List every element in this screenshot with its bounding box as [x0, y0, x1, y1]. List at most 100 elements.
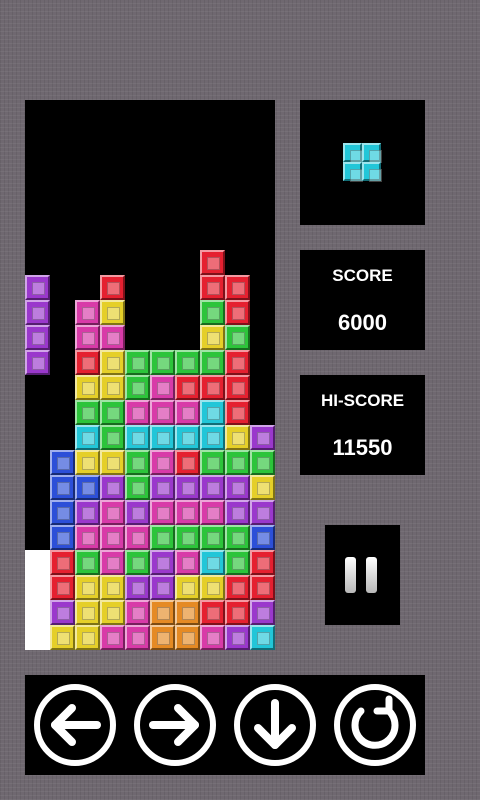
board-block [75, 475, 100, 500]
board-block [125, 425, 150, 450]
board-block [50, 450, 75, 475]
board-block [75, 400, 100, 425]
board-block [75, 575, 100, 600]
board-block [100, 425, 125, 450]
board-block [200, 575, 225, 600]
board-block [225, 475, 250, 500]
board-block [225, 525, 250, 550]
board-block [200, 500, 225, 525]
board-block [75, 625, 100, 650]
board-block [250, 625, 275, 650]
board-block [75, 550, 100, 575]
board-block [250, 575, 275, 600]
hiscore-value: 11550 [332, 435, 393, 460]
board-block [200, 450, 225, 475]
score-label: SCORE [332, 266, 393, 285]
filler-cell [25, 625, 50, 650]
board-block [100, 575, 125, 600]
board-block [250, 600, 275, 625]
board-block [100, 525, 125, 550]
board-block [150, 550, 175, 575]
board-block [125, 350, 150, 375]
board-block [50, 550, 75, 575]
board-block [50, 625, 75, 650]
board-block [50, 475, 75, 500]
board-block [75, 425, 100, 450]
board-block [225, 600, 250, 625]
board-block [250, 425, 275, 450]
board-block [250, 550, 275, 575]
board-block [150, 375, 175, 400]
board-block [225, 275, 250, 300]
board-block [200, 325, 225, 350]
board-block [225, 500, 250, 525]
board-block [150, 475, 175, 500]
next-piece-block [343, 143, 363, 163]
board-block [175, 450, 200, 475]
board-block [25, 325, 50, 350]
hiscore-label: HI-SCORE [320, 391, 405, 410]
board-block [100, 475, 125, 500]
board-block [175, 575, 200, 600]
board-block [100, 375, 125, 400]
board-block [200, 250, 225, 275]
score-value: 6000 [338, 310, 387, 335]
board-block [25, 300, 50, 325]
move-right-button[interactable] [131, 681, 219, 769]
board-block [175, 475, 200, 500]
board-block [150, 625, 175, 650]
pause-button[interactable] [325, 525, 400, 625]
board-block [25, 350, 50, 375]
board-block [200, 600, 225, 625]
move-left-button[interactable] [31, 681, 119, 769]
board-block [150, 425, 175, 450]
board-block [200, 350, 225, 375]
board-block [175, 375, 200, 400]
filler-cell [25, 575, 50, 600]
board-block [75, 525, 100, 550]
board-block [50, 575, 75, 600]
board-block [225, 425, 250, 450]
board-block [250, 525, 275, 550]
board-block [50, 525, 75, 550]
board-block [225, 625, 250, 650]
board-block [175, 350, 200, 375]
board-block [75, 300, 100, 325]
board-block [200, 475, 225, 500]
next-piece-block [362, 143, 382, 163]
board-block [100, 450, 125, 475]
arrow-right-icon [149, 704, 199, 746]
board-block [50, 600, 75, 625]
board-block [150, 400, 175, 425]
board-block [250, 450, 275, 475]
board-block [75, 500, 100, 525]
drop-down-button[interactable] [231, 681, 319, 769]
board-block [100, 325, 125, 350]
board-block [125, 450, 150, 475]
rotate-button[interactable] [331, 681, 419, 769]
board-block [125, 475, 150, 500]
board-block [175, 400, 200, 425]
hiscore-panel: HI-SCORE 11550 [300, 375, 425, 475]
board-block [200, 425, 225, 450]
board-block [150, 600, 175, 625]
board-block [125, 575, 150, 600]
board-block [125, 600, 150, 625]
board-block [225, 550, 250, 575]
board-block [200, 400, 225, 425]
board-block [200, 525, 225, 550]
pause-icon-bar [366, 557, 377, 593]
board-block [100, 500, 125, 525]
board-block [175, 425, 200, 450]
control-bar [25, 675, 425, 775]
board-block [100, 275, 125, 300]
board-block [175, 625, 200, 650]
board-block [100, 625, 125, 650]
board-block [175, 550, 200, 575]
board-block [250, 475, 275, 500]
board-block [225, 400, 250, 425]
board-block [125, 625, 150, 650]
board-block [225, 450, 250, 475]
board-block [200, 300, 225, 325]
board-block [100, 350, 125, 375]
